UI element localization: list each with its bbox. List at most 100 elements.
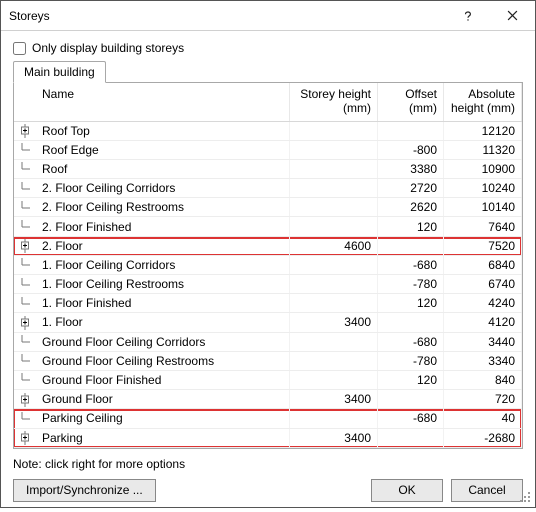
cell-abs-height: 3440	[444, 332, 522, 351]
cell-abs-height: 40	[444, 409, 522, 428]
table-row[interactable]: Roof 338010900	[14, 159, 522, 178]
cell-name: Ground Floor Ceiling Restrooms	[36, 351, 290, 370]
tree-expand-icon[interactable]	[14, 428, 36, 447]
dialog-footer: Import/Synchronize ... OK Cancel	[1, 475, 535, 512]
table-row[interactable]: Ground Floor Finished120840	[14, 370, 522, 389]
tab-strip: Main building	[13, 61, 523, 83]
cell-offset: 2620	[378, 198, 444, 217]
cell-offset: 2720	[378, 179, 444, 198]
cell-abs-height: 7640	[444, 217, 522, 236]
table-row[interactable]: Ground Floor3400720	[14, 390, 522, 409]
table-row[interactable]: 1. Floor Ceiling Corridors -6806840	[14, 255, 522, 274]
only-display-checkbox-input[interactable]	[13, 42, 26, 55]
table-row[interactable]: 2. Floor46007520	[14, 236, 522, 255]
cell-storey-height	[290, 409, 378, 428]
tree-expand-icon	[14, 370, 36, 389]
tree-expand-icon	[14, 179, 36, 198]
table-row[interactable]: 1. Floor34004120	[14, 313, 522, 332]
cell-offset: -780	[378, 275, 444, 294]
tree-expand-icon	[14, 159, 36, 178]
tree-expand-icon	[14, 294, 36, 313]
cell-storey-height: 3400	[290, 390, 378, 409]
cell-offset: 120	[378, 217, 444, 236]
import-button[interactable]: Import/Synchronize ...	[13, 479, 156, 502]
tree-expand-icon	[14, 198, 36, 217]
cell-storey-height: 3400	[290, 313, 378, 332]
header-row: Name Storey height (mm) Offset (mm) Abso…	[14, 83, 522, 121]
tree-expand-icon	[14, 217, 36, 236]
tree-expand-icon	[14, 351, 36, 370]
table-row[interactable]: Parking3400 -2680	[14, 428, 522, 447]
tree-expand-icon	[14, 409, 36, 428]
cell-abs-height: 10140	[444, 198, 522, 217]
window-title: Storeys	[9, 9, 445, 23]
cell-abs-height: 4120	[444, 313, 522, 332]
cell-storey-height	[290, 121, 378, 140]
cell-name: Ground Floor	[36, 390, 290, 409]
tree-expand-icon	[14, 140, 36, 159]
close-button[interactable]	[490, 1, 535, 31]
header-storey-height[interactable]: Storey height (mm)	[290, 83, 378, 121]
cell-name: Roof	[36, 159, 290, 178]
table-row[interactable]: Ground Floor Ceiling Restrooms-7803340	[14, 351, 522, 370]
cell-storey-height	[290, 255, 378, 274]
help-button[interactable]	[445, 1, 490, 31]
cell-abs-height: 10900	[444, 159, 522, 178]
table-row[interactable]: Roof Top 12120	[14, 121, 522, 140]
cell-storey-height: 4600	[290, 236, 378, 255]
cell-name: Roof Top	[36, 121, 290, 140]
cell-abs-height: 12120	[444, 121, 522, 140]
cell-abs-height: 3340	[444, 351, 522, 370]
cell-offset: -680	[378, 409, 444, 428]
note-text: Note: click right for more options	[1, 449, 535, 475]
table-row[interactable]: Parking Ceiling -68040	[14, 409, 522, 428]
cell-offset: -680	[378, 255, 444, 274]
cell-storey-height	[290, 217, 378, 236]
cell-storey-height: 3400	[290, 428, 378, 447]
cell-abs-height: 11320	[444, 140, 522, 159]
cell-name: Parking Ceiling	[36, 409, 290, 428]
dialog-content: Only display building storeys Main build…	[1, 31, 535, 449]
tab-main-building[interactable]: Main building	[13, 61, 106, 83]
table-body: Roof Top12120Roof Edge-80011320Roof33801…	[14, 121, 522, 447]
cell-name: 1. Floor Finished	[36, 294, 290, 313]
cell-name: Parking	[36, 428, 290, 447]
cell-abs-height: -2680	[444, 428, 522, 447]
cell-storey-height	[290, 370, 378, 389]
header-abs-height[interactable]: Absolute height (mm)	[444, 83, 522, 121]
header-offset[interactable]: Offset (mm)	[378, 83, 444, 121]
cell-name: 2. Floor Finished	[36, 217, 290, 236]
cell-storey-height	[290, 275, 378, 294]
tree-expand-icon	[14, 275, 36, 294]
tree-expand-icon[interactable]	[14, 236, 36, 255]
header-name[interactable]: Name	[36, 83, 290, 121]
table-row[interactable]: 2. Floor Ceiling Restrooms262010140	[14, 198, 522, 217]
cell-offset: 120	[378, 294, 444, 313]
table-row[interactable]: 2. Floor Finished 1207640	[14, 217, 522, 236]
table-row[interactable]: Ground Floor Ceiling Corridors-6803440	[14, 332, 522, 351]
only-display-label: Only display building storeys	[32, 41, 184, 55]
tree-expand-icon[interactable]	[14, 121, 36, 140]
table-row[interactable]: 1. Floor Ceiling Restrooms-7806740	[14, 275, 522, 294]
table-row[interactable]: 2. Floor Ceiling Corridors272010240	[14, 179, 522, 198]
cell-storey-height	[290, 198, 378, 217]
ok-button[interactable]: OK	[371, 479, 443, 502]
dialog-window: Storeys Only display building storeys Ma…	[0, 0, 536, 508]
cell-storey-height	[290, 159, 378, 178]
cell-storey-height	[290, 332, 378, 351]
tree-expand-icon[interactable]	[14, 390, 36, 409]
cancel-button[interactable]: Cancel	[451, 479, 523, 502]
cell-abs-height: 6840	[444, 255, 522, 274]
tree-expand-icon[interactable]	[14, 313, 36, 332]
only-display-checkbox[interactable]: Only display building storeys	[13, 41, 523, 55]
resize-grip-icon[interactable]	[520, 492, 532, 504]
cell-offset: 3380	[378, 159, 444, 178]
cell-offset: -680	[378, 332, 444, 351]
table-row[interactable]: Roof Edge-80011320	[14, 140, 522, 159]
table-row[interactable]: 1. Floor Finished1204240	[14, 294, 522, 313]
cell-storey-height	[290, 294, 378, 313]
cell-storey-height	[290, 140, 378, 159]
storey-table: Name Storey height (mm) Offset (mm) Abso…	[14, 83, 522, 448]
cell-offset	[378, 121, 444, 140]
cell-name: 1. Floor Ceiling Corridors	[36, 255, 290, 274]
